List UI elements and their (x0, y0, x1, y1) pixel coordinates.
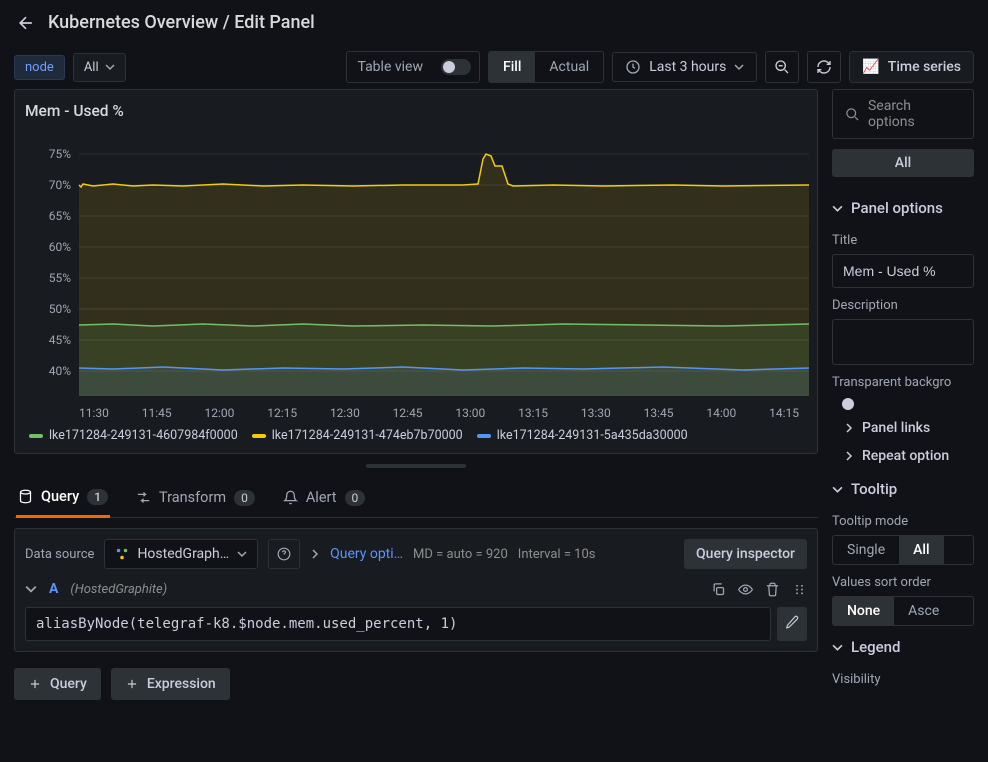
description-label: Description (832, 298, 974, 313)
time-series-icon: 📈 (862, 59, 879, 75)
duplicate-query-button[interactable] (711, 582, 726, 597)
query-letter: A (49, 581, 58, 597)
query-interval: Interval = 10s (518, 547, 596, 562)
tooltip-mode-label: Tooltip mode (832, 514, 974, 529)
chart-title: Mem - Used % (23, 98, 809, 132)
query-options-link[interactable]: Query opti… (330, 546, 403, 562)
edit-query-button[interactable] (777, 607, 807, 641)
transform-icon (136, 490, 151, 505)
eye-icon (738, 582, 753, 597)
question-icon (277, 547, 291, 561)
chevron-right-icon (844, 423, 854, 433)
delete-query-button[interactable] (765, 582, 780, 597)
svg-text:70%: 70% (49, 178, 71, 192)
legend-item[interactable]: lke171284-249131-4607984f0000 (29, 428, 238, 443)
search-icon (845, 107, 860, 122)
tab-alert[interactable]: Alert0 (281, 478, 367, 517)
chevron-down-icon (832, 642, 843, 653)
query-inspector-button[interactable]: Query inspector (684, 539, 807, 569)
refresh-button[interactable] (807, 51, 841, 83)
switch-icon (441, 59, 471, 75)
fill-actual-toggle[interactable]: Fill Actual (488, 51, 604, 83)
svg-text:50%: 50% (49, 302, 71, 316)
resize-handle[interactable] (366, 464, 466, 468)
sort-ascending-button[interactable]: Asce (894, 597, 953, 625)
chevron-down-icon (832, 484, 843, 495)
tooltip-all-button[interactable]: All (899, 536, 943, 564)
svg-text:75%: 75% (49, 147, 71, 161)
tab-query[interactable]: Query1 (16, 478, 110, 518)
zoom-out-icon (774, 59, 790, 75)
zoom-out-button[interactable] (765, 51, 799, 83)
datasource-select[interactable]: HostedGraph… (104, 539, 258, 569)
section-panel-options[interactable]: Panel options (832, 187, 974, 223)
table-view-toggle[interactable]: Table view (346, 51, 480, 83)
sort-none-button[interactable]: None (833, 597, 894, 625)
panel-links-section[interactable]: Panel links (832, 412, 974, 440)
query-md: MD = auto = 920 (413, 547, 508, 562)
tooltip-mode-group[interactable]: Single All (832, 535, 974, 565)
sort-order-group[interactable]: None Asce (832, 596, 974, 626)
tooltip-single-button[interactable]: Single (833, 536, 899, 564)
add-query-button[interactable]: Query (14, 668, 101, 700)
svg-text:65%: 65% (49, 209, 71, 223)
pencil-icon (785, 615, 799, 629)
database-icon (18, 489, 33, 504)
title-input[interactable] (832, 254, 974, 288)
chevron-right-icon (844, 451, 854, 461)
variable-name[interactable]: node (14, 55, 65, 80)
repeat-options-section[interactable]: Repeat option (832, 440, 974, 468)
sort-order-label: Values sort order (832, 575, 974, 590)
time-range-picker[interactable]: Last 3 hours (612, 52, 757, 82)
chart-x-axis: 11:3011:4512:0012:1512:3012:4513:0013:15… (23, 400, 809, 424)
chevron-down-icon (237, 549, 247, 559)
back-icon[interactable] (16, 13, 36, 33)
copy-icon (711, 582, 726, 597)
plus-icon (125, 677, 139, 691)
query-hint: (HostedGraphite) (70, 582, 167, 597)
clock-icon (625, 59, 641, 75)
plus-icon (28, 677, 42, 691)
visualization-picker[interactable]: 📈 Time series (849, 51, 974, 83)
refresh-icon (816, 59, 832, 75)
datasource-help-button[interactable] (268, 539, 300, 569)
chevron-down-icon (734, 62, 744, 72)
chart-legend: lke171284-249131-4607984f0000 lke171284-… (23, 424, 809, 445)
add-expression-button[interactable]: Expression (111, 668, 230, 700)
chart-area[interactable]: 75% 70% 65% 60% 55% 50% 45% 40% (23, 132, 809, 400)
legend-item[interactable]: lke171284-249131-474eb7b70000 (252, 428, 463, 443)
chevron-right-icon[interactable] (310, 548, 320, 560)
query-text-input[interactable] (25, 607, 771, 641)
datasource-icon (115, 547, 129, 561)
datasource-label: Data source (25, 547, 94, 562)
section-legend[interactable]: Legend (832, 626, 974, 662)
transparent-bg-label: Transparent backgro (832, 375, 974, 390)
legend-item[interactable]: lke171284-249131-5a435da30000 (477, 428, 688, 443)
bell-icon (283, 490, 298, 505)
page-title: Kubernetes Overview / Edit Panel (48, 12, 315, 33)
fill-button[interactable]: Fill (489, 52, 535, 82)
chevron-down-icon[interactable] (25, 583, 37, 595)
title-label: Title (832, 233, 974, 248)
trash-icon (765, 582, 780, 597)
search-options-input[interactable]: Search options (832, 89, 974, 139)
section-tooltip[interactable]: Tooltip (832, 468, 974, 504)
svg-text:45%: 45% (49, 333, 71, 347)
svg-text:40%: 40% (49, 364, 71, 378)
all-filter-button[interactable]: All (832, 149, 974, 177)
drag-query-handle[interactable] (792, 582, 807, 597)
variable-value-dropdown[interactable]: All (73, 53, 126, 82)
grip-icon (792, 582, 807, 597)
visibility-label: Visibility (832, 672, 974, 687)
svg-text:60%: 60% (49, 240, 71, 254)
actual-button[interactable]: Actual (535, 52, 603, 82)
toggle-visibility-button[interactable] (738, 582, 753, 597)
description-input[interactable] (832, 319, 974, 365)
chevron-down-icon (105, 62, 115, 72)
tab-transform[interactable]: Transform0 (134, 478, 257, 517)
svg-text:55%: 55% (49, 271, 71, 285)
chevron-down-icon (832, 203, 843, 214)
